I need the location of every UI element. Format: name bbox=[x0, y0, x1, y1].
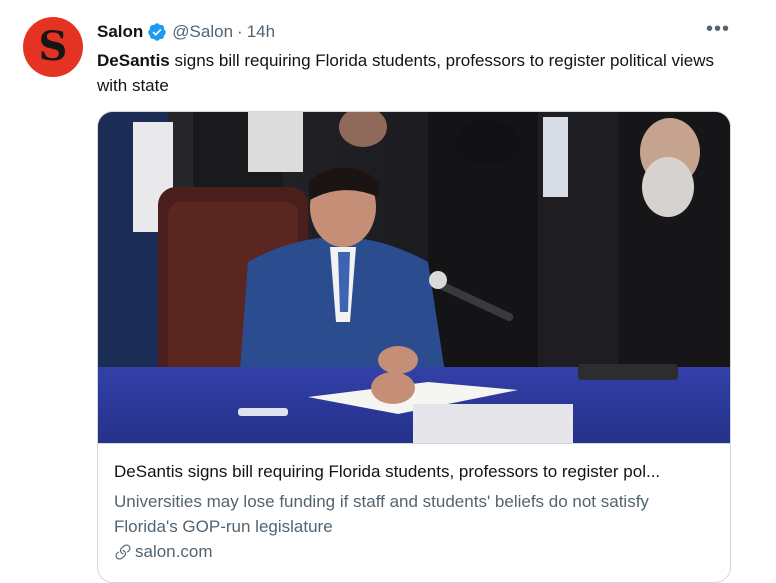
card-title[interactable]: DeSantis signs bill requiring Florida st… bbox=[114, 462, 714, 482]
link-icon bbox=[115, 544, 131, 560]
tweet-text-body: signs bill requiring Florida students, p… bbox=[97, 51, 714, 95]
tweet-text: DeSantis signs bill requiring Florida st… bbox=[97, 48, 737, 98]
verified-badge-icon bbox=[148, 23, 167, 41]
avatar-letter: S bbox=[38, 23, 68, 70]
tweet: S Salon @Salon · 14h ••• DeSantis signs … bbox=[0, 0, 776, 583]
tweet-timestamp[interactable]: 14h bbox=[247, 22, 275, 42]
author-name[interactable]: Salon bbox=[97, 22, 143, 42]
tweet-text-bold: DeSantis bbox=[97, 51, 170, 70]
tweet-header: Salon @Salon · 14h bbox=[97, 20, 275, 44]
header-separator: · bbox=[237, 22, 243, 41]
card-domain[interactable]: salon.com bbox=[114, 542, 212, 562]
avatar[interactable]: S bbox=[23, 17, 83, 77]
author-handle[interactable]: @Salon bbox=[172, 22, 233, 42]
preview-photo bbox=[98, 112, 730, 444]
more-options-icon[interactable]: ••• bbox=[706, 19, 730, 42]
link-preview-card[interactable]: DeSantis signs bill requiring Florida st… bbox=[97, 111, 731, 583]
card-description: Universities may lose funding if staff a… bbox=[114, 492, 649, 536]
card-domain-label: salon.com bbox=[135, 542, 213, 561]
